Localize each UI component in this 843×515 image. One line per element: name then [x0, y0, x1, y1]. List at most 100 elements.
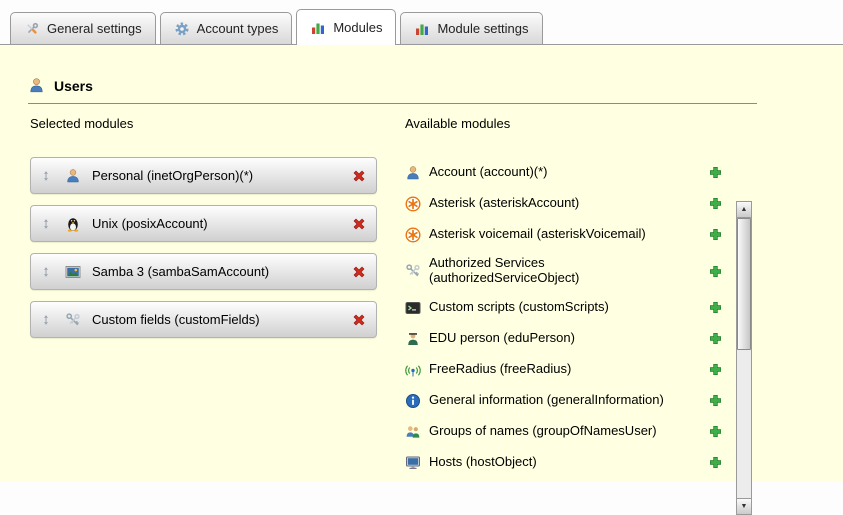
- tab-general-settings[interactable]: General settings: [10, 12, 156, 44]
- module-label: General information (generalInformation): [429, 393, 697, 408]
- available-module-row: Account (account)(*): [405, 157, 723, 188]
- add-module-button[interactable]: [708, 455, 723, 470]
- add-icon: [708, 362, 723, 377]
- user-icon: [28, 77, 45, 94]
- group-icon: [405, 424, 421, 440]
- scroll-down-button[interactable]: ▼: [737, 498, 751, 514]
- person-icon: [405, 165, 421, 181]
- scrollbar[interactable]: ▲ ▼: [736, 201, 752, 515]
- tab-bar: General settings Account types Modules M…: [10, 9, 543, 45]
- module-label: Authorized Services (authorizedServiceOb…: [429, 256, 697, 286]
- tab-modules[interactable]: Modules: [296, 9, 396, 45]
- add-module-button[interactable]: [708, 393, 723, 408]
- tab-label: Modules: [333, 20, 382, 35]
- module-label: Unix (posixAccount): [92, 216, 208, 231]
- wifi-icon: [405, 362, 421, 378]
- add-module-button[interactable]: [708, 165, 723, 180]
- selected-module-row[interactable]: Personal (inetOrgPerson)(*): [30, 157, 377, 194]
- available-module-row: Asterisk (asteriskAccount): [405, 188, 723, 219]
- tab-label: Account types: [197, 21, 279, 36]
- module-label: Custom scripts (customScripts): [429, 300, 697, 315]
- tux-icon: [65, 216, 81, 232]
- add-icon: [708, 424, 723, 439]
- tab-label: Module settings: [437, 21, 528, 36]
- add-icon: [708, 227, 723, 242]
- add-module-button[interactable]: [708, 227, 723, 242]
- lam-configuration-page: General settings Account types Modules M…: [0, 0, 843, 482]
- selected-module-row[interactable]: Unix (posixAccount): [30, 205, 377, 242]
- tools-icon: [24, 21, 40, 37]
- info-icon: [405, 393, 421, 409]
- delete-icon: [351, 312, 367, 328]
- delete-icon: [351, 216, 367, 232]
- tab-module-settings[interactable]: Module settings: [400, 12, 542, 44]
- available-module-row: Asterisk voicemail (asteriskVoicemail): [405, 219, 723, 250]
- modules-tab-content: Users Selected modules Personal (inetOrg…: [0, 44, 843, 482]
- asterisk-icon: [405, 196, 421, 212]
- add-icon: [708, 165, 723, 180]
- tab-label: General settings: [47, 21, 142, 36]
- console-icon: [405, 300, 421, 316]
- delete-icon: [351, 168, 367, 184]
- add-icon: [708, 393, 723, 408]
- keys-icon: [65, 312, 81, 328]
- selected-module-row[interactable]: Custom fields (customFields): [30, 301, 377, 338]
- delete-icon: [351, 264, 367, 280]
- remove-module-button[interactable]: [351, 264, 367, 280]
- modules-columns: Selected modules Personal (inetOrgPerson…: [0, 104, 843, 478]
- module-label: Hosts (hostObject): [429, 455, 697, 470]
- remove-module-button[interactable]: [351, 168, 367, 184]
- asterisk-icon: [405, 227, 421, 243]
- scrollbar-track[interactable]: [737, 218, 751, 498]
- module-label: Personal (inetOrgPerson)(*): [92, 168, 253, 183]
- scrollbar-thumb[interactable]: [737, 218, 751, 350]
- available-module-row: Groups of names (groupOfNamesUser): [405, 416, 723, 447]
- add-module-button[interactable]: [708, 300, 723, 315]
- gear-icon: [174, 21, 190, 37]
- drag-handle-icon[interactable]: [40, 217, 52, 231]
- add-icon: [708, 331, 723, 346]
- add-icon: [708, 300, 723, 315]
- available-module-row: Authorized Services (authorizedServiceOb…: [405, 250, 723, 292]
- module-label: Account (account)(*): [429, 165, 697, 180]
- add-icon: [708, 264, 723, 279]
- drag-handle-icon[interactable]: [40, 313, 52, 327]
- add-module-button[interactable]: [708, 196, 723, 211]
- section-header: Users: [28, 77, 757, 104]
- available-module-row: Custom scripts (customScripts): [405, 292, 723, 323]
- drag-handle-icon[interactable]: [40, 265, 52, 279]
- edu-person-icon: [405, 331, 421, 347]
- available-module-row: FreeRadius (freeRadius): [405, 354, 723, 385]
- selected-modules-heading: Selected modules: [30, 116, 377, 131]
- keys-icon: [405, 263, 421, 279]
- remove-module-button[interactable]: [351, 216, 367, 232]
- module-label: FreeRadius (freeRadius): [429, 362, 697, 377]
- add-module-button[interactable]: [708, 331, 723, 346]
- add-module-button[interactable]: [708, 264, 723, 279]
- module-label: Groups of names (groupOfNamesUser): [429, 424, 697, 439]
- available-modules-heading: Available modules: [405, 116, 723, 131]
- tab-account-types[interactable]: Account types: [160, 12, 293, 44]
- available-modules-list: Account (account)(*) Asterisk (asteriskA…: [405, 157, 723, 478]
- module-label: Asterisk voicemail (asteriskVoicemail): [429, 227, 697, 242]
- scroll-up-button[interactable]: ▲: [737, 202, 751, 218]
- add-module-button[interactable]: [708, 362, 723, 377]
- available-module-row: Hosts (hostObject): [405, 447, 723, 478]
- add-icon: [708, 455, 723, 470]
- available-module-row: EDU person (eduPerson): [405, 323, 723, 354]
- available-modules-column: Available modules Account (account)(*) A…: [405, 116, 723, 478]
- module-label: Asterisk (asteriskAccount): [429, 196, 697, 211]
- chart-icon: [414, 21, 430, 37]
- remove-module-button[interactable]: [351, 312, 367, 328]
- selected-module-row[interactable]: Samba 3 (sambaSamAccount): [30, 253, 377, 290]
- host-icon: [405, 455, 421, 471]
- person-icon: [65, 168, 81, 184]
- drag-handle-icon[interactable]: [40, 169, 52, 183]
- module-label: Samba 3 (sambaSamAccount): [92, 264, 269, 279]
- selected-modules-column: Selected modules Personal (inetOrgPerson…: [30, 116, 377, 478]
- add-module-button[interactable]: [708, 424, 723, 439]
- module-label: EDU person (eduPerson): [429, 331, 697, 346]
- section-title: Users: [54, 78, 93, 94]
- samba-icon: [65, 264, 81, 280]
- chart-icon: [310, 20, 326, 36]
